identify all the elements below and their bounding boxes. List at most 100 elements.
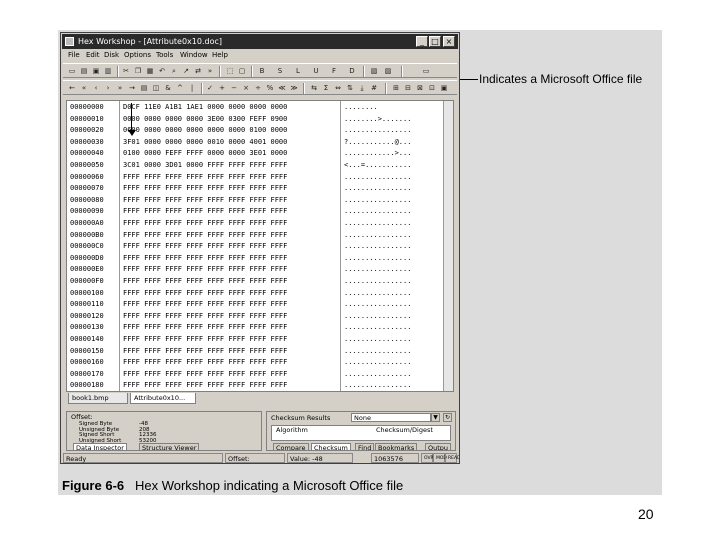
find-next-icon[interactable]: » xyxy=(205,66,215,76)
row-ascii[interactable]: ................ xyxy=(344,312,411,321)
minus-icon[interactable]: − xyxy=(229,83,239,93)
row-ascii[interactable]: ................ xyxy=(344,347,411,356)
row-hex-bytes[interactable]: D0CF 11E0 A1B1 1AE1 0000 0000 0000 0000 xyxy=(123,103,287,112)
tab-book1-bmp[interactable]: book1.bmp xyxy=(68,393,128,404)
row-ascii[interactable]: ........ xyxy=(344,103,378,112)
row-hex-bytes[interactable]: 0100 0000 FEFF FFFF 0000 0000 3E01 0000 xyxy=(123,149,287,158)
row-ascii[interactable]: ................ xyxy=(344,335,411,344)
caret-icon[interactable]: ^ xyxy=(175,83,185,93)
paste-icon[interactable]: ▦ xyxy=(145,66,155,76)
row-hex-bytes[interactable]: FFFF FFFF FFFF FFFF FFFF FFFF FFFF FFFF xyxy=(123,312,287,321)
type-float-button[interactable]: F xyxy=(329,66,339,76)
swap-icon[interactable]: ⇆ xyxy=(309,83,319,93)
row-hex-bytes[interactable]: FFFF FFFF FFFF FFFF FFFF FFFF FFFF FFFF xyxy=(123,289,287,298)
menu-disk[interactable]: Disk xyxy=(104,49,119,61)
tab-find[interactable]: Find xyxy=(355,443,375,450)
shift-left-icon[interactable]: ‹ xyxy=(91,83,101,93)
right-shift-icon[interactable]: ≫ xyxy=(289,83,299,93)
row-ascii[interactable]: ................ xyxy=(344,184,411,193)
undo-icon[interactable]: ↶ xyxy=(157,66,167,76)
menu-tools[interactable]: Tools xyxy=(156,49,173,61)
tool-e-icon[interactable]: ▣ xyxy=(439,83,449,93)
calculator-icon[interactable]: ▨ xyxy=(383,66,393,76)
tool-a-icon[interactable]: ⊞ xyxy=(391,83,401,93)
or-icon[interactable]: | xyxy=(187,83,197,93)
row-hex-bytes[interactable]: FFFF FFFF FFFF FFFF FFFF FFFF FFFF FFFF xyxy=(123,335,287,344)
properties-icon[interactable]: ▧ xyxy=(369,66,379,76)
row-hex-bytes[interactable]: FFFF FFFF FFFF FFFF FFFF FFFF FFFF FFFF xyxy=(123,381,287,390)
row-hex-bytes[interactable]: FFFF FFFF FFFF FFFF FFFF FFFF FFFF FFFF xyxy=(123,207,287,216)
print-icon[interactable]: ▥ xyxy=(103,66,113,76)
close-button[interactable]: × xyxy=(443,36,455,47)
row-ascii[interactable]: ........>....... xyxy=(344,115,411,124)
column-algorithm[interactable]: Algorithm xyxy=(276,426,308,434)
find-icon[interactable]: ⌕ xyxy=(169,66,179,76)
checksum-list[interactable]: Algorithm Checksum/Digest xyxy=(271,425,451,441)
type-unsigned-button[interactable]: U xyxy=(311,66,321,76)
chevron-down-icon[interactable]: ▼ xyxy=(431,413,440,422)
copy-icon[interactable]: ❐ xyxy=(133,66,143,76)
vertical-scrollbar[interactable] xyxy=(443,101,453,391)
menu-edit[interactable]: Edit xyxy=(86,49,100,61)
block-icon[interactable]: ▤ xyxy=(139,83,149,93)
row-ascii[interactable]: ................ xyxy=(344,323,411,332)
hash-icon[interactable]: # xyxy=(369,83,379,93)
row-ascii[interactable]: ................ xyxy=(344,207,411,216)
arrow-right-icon[interactable]: → xyxy=(127,83,137,93)
row-ascii[interactable]: ................ xyxy=(344,289,411,298)
row-hex-bytes[interactable]: FFFF FFFF FFFF FFFF FFFF FFFF FFFF FFFF xyxy=(123,300,287,309)
row-hex-bytes[interactable]: FFFF FFFF FFFF FFFF FFFF FFFF FFFF FFFF xyxy=(123,184,287,193)
row-hex-bytes[interactable]: FFFF FFFF FFFF FFFF FFFF FFFF FFFF FFFF xyxy=(123,370,287,379)
divide-icon[interactable]: ÷ xyxy=(253,83,263,93)
refresh-icon[interactable]: ↻ xyxy=(443,413,452,422)
left-shift-icon[interactable]: ≪ xyxy=(277,83,287,93)
row-ascii[interactable]: ................ xyxy=(344,381,411,390)
shift-right-icon[interactable]: › xyxy=(103,83,113,93)
row-ascii[interactable]: ................ xyxy=(344,219,411,228)
check-icon[interactable]: ✓ xyxy=(205,83,215,93)
menu-window[interactable]: Window xyxy=(180,49,208,61)
save-icon[interactable]: ▣ xyxy=(91,66,101,76)
row-hex-bytes[interactable]: FFFF FFFF FFFF FFFF FFFF FFFF FFFF FFFF xyxy=(123,265,287,274)
checksum-icon[interactable]: Σ xyxy=(321,83,331,93)
goto-icon[interactable]: ↗ xyxy=(181,66,191,76)
row-ascii[interactable]: ............>... xyxy=(344,149,411,158)
menu-file[interactable]: File xyxy=(68,49,80,61)
row-ascii[interactable]: ................ xyxy=(344,358,411,367)
row-hex-bytes[interactable]: FFFF FFFF FFFF FFFF FFFF FFFF FFFF FFFF xyxy=(123,196,287,205)
tab-output[interactable]: Outpu xyxy=(425,443,452,450)
tab-attribute-doc[interactable]: Attribute0x10... xyxy=(130,393,196,404)
tab-checksum[interactable]: Checksum xyxy=(311,443,351,450)
tool-b-icon[interactable]: ⊟ xyxy=(403,83,413,93)
row-ascii[interactable]: ................ xyxy=(344,300,411,309)
rotate-right-icon[interactable]: » xyxy=(115,83,125,93)
hex-editor[interactable]: 00000000 D0CF 11E0 A1B1 1AE1 0000 0000 00… xyxy=(66,100,454,392)
row-hex-bytes[interactable]: FFFF FFFF FFFF FFFF FFFF FFFF FFFF FFFF xyxy=(123,231,287,240)
replace-icon[interactable]: ⇄ xyxy=(193,66,203,76)
row-hex-bytes[interactable]: FFFF FFFF FFFF FFFF FFFF FFFF FFFF FFFF xyxy=(123,242,287,251)
row-ascii[interactable]: ................ xyxy=(344,126,411,135)
type-long-button[interactable]: L xyxy=(293,66,303,76)
maximize-button[interactable]: □ xyxy=(429,36,441,47)
row-hex-bytes[interactable]: 0600 0000 0000 0000 0000 0000 0100 0000 xyxy=(123,126,287,135)
row-hex-bytes[interactable]: 0000 0000 0000 0000 3E00 0300 FEFF 0900 xyxy=(123,115,287,124)
row-hex-bytes[interactable]: FFFF FFFF FFFF FFFF FFFF FFFF FFFF FFFF xyxy=(123,358,287,367)
row-hex-bytes[interactable]: FFFF FFFF FFFF FFFF FFFF FFFF FFFF FFFF xyxy=(123,219,287,228)
and-icon[interactable]: & xyxy=(163,83,173,93)
row-ascii[interactable]: ................ xyxy=(344,231,411,240)
row-ascii[interactable]: ................ xyxy=(344,173,411,182)
inverse-icon[interactable]: ◫ xyxy=(151,83,161,93)
menu-help[interactable]: Help xyxy=(212,49,228,61)
open-file-icon[interactable]: ▤ xyxy=(79,66,89,76)
row-hex-bytes[interactable]: 3C01 0000 3D01 0000 FFFF FFFF FFFF FFFF xyxy=(123,161,287,170)
plus-icon[interactable]: + xyxy=(217,83,227,93)
row-hex-bytes[interactable]: FFFF FFFF FFFF FFFF FFFF FFFF FFFF FFFF xyxy=(123,323,287,332)
tab-bookmarks[interactable]: Bookmarks xyxy=(375,443,418,450)
row-hex-bytes[interactable]: 3F01 0000 0000 0000 0010 0000 4001 0000 xyxy=(123,138,287,147)
menu-options[interactable]: Options xyxy=(124,49,151,61)
type-double-button[interactable]: D xyxy=(347,66,357,76)
modulo-icon[interactable]: % xyxy=(265,83,275,93)
tool-d-icon[interactable]: ⊡ xyxy=(427,83,437,93)
sort-icon[interactable]: ⇅ xyxy=(345,83,355,93)
multiply-icon[interactable]: × xyxy=(241,83,251,93)
